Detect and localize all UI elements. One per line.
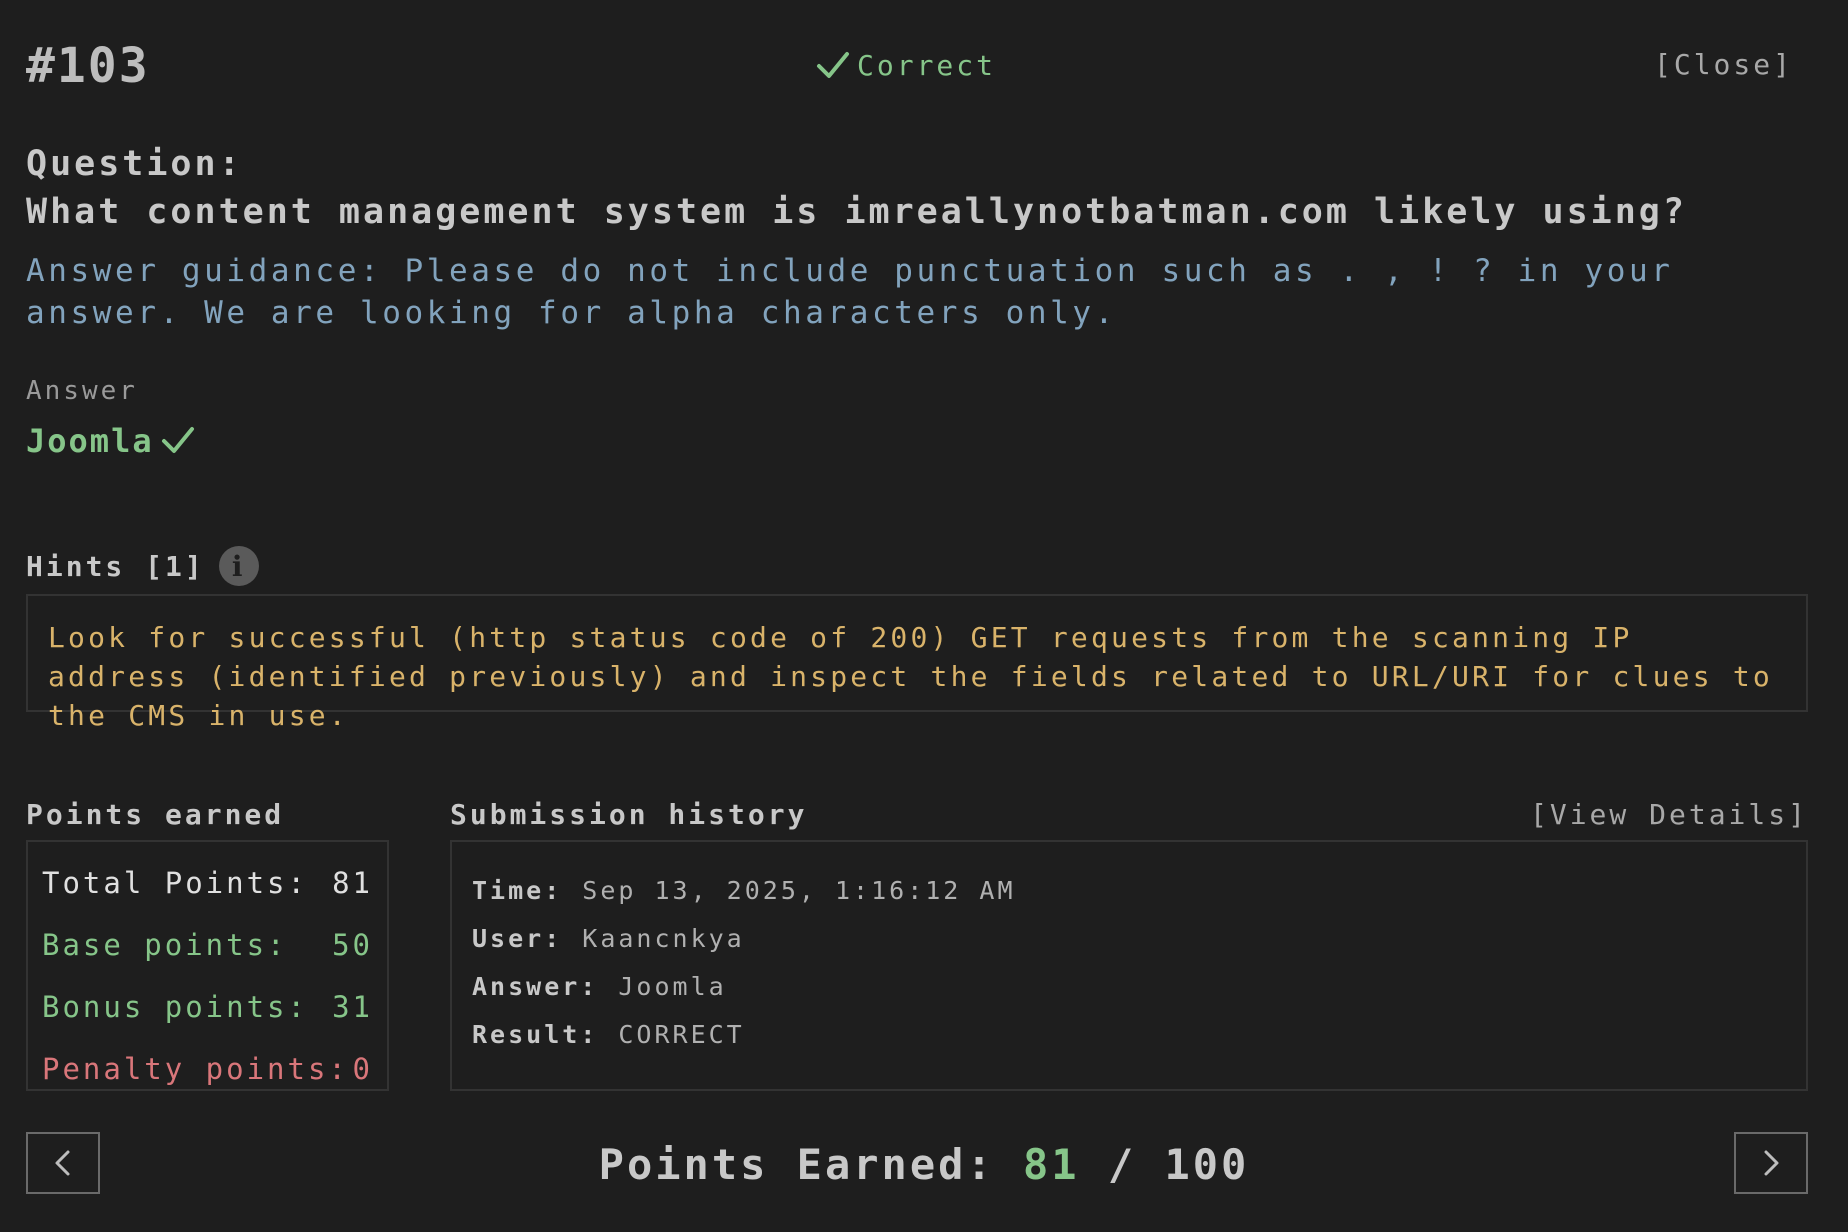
points-value: 81 (332, 866, 373, 900)
answer-text: Joomla (26, 422, 154, 460)
close-button[interactable]: [Close] (1654, 48, 1793, 81)
points-row-total: Total Points: 81 (42, 852, 373, 914)
points-label: Penalty points: (42, 1052, 349, 1086)
hints-label: Hints [1] (26, 549, 205, 583)
footer-separator: / (1107, 1140, 1137, 1189)
submission-row-answer: Answer: Joomla (472, 962, 1786, 1010)
points-label: Base points: (42, 928, 288, 962)
hint-box: Look for successful (http status code of… (26, 594, 1808, 732)
hints-heading: Hints [1] i (26, 546, 259, 586)
check-icon (817, 52, 849, 78)
question-id: #103 (26, 38, 150, 94)
chevron-left-icon (55, 1150, 70, 1176)
submission-key: Answer: (472, 971, 599, 1001)
submission-panel: Time: Sep 13, 2025, 1:16:12 AM User: Kaa… (450, 840, 1808, 1091)
footer-score: Points Earned: 81 / 100 (0, 1140, 1848, 1189)
submission-key: Result: (472, 1019, 599, 1049)
check-icon (161, 427, 194, 453)
submission-heading: Submission history (450, 798, 808, 831)
footer-earned: 81 (1022, 1140, 1080, 1189)
points-heading: Points earned (26, 798, 285, 831)
question-text: What content management system is imreal… (26, 192, 1687, 232)
submission-value: Kaancnkya (582, 923, 745, 953)
points-value: 0 (352, 1052, 373, 1086)
points-label: Bonus points: (42, 990, 308, 1024)
answer-guidance: Answer guidance: Please do not include p… (26, 253, 1674, 331)
submission-value: CORRECT (618, 1019, 745, 1049)
info-icon[interactable]: i (218, 546, 259, 586)
submission-key: Time: (472, 875, 563, 905)
next-button[interactable] (1734, 1132, 1808, 1194)
points-value: 31 (332, 990, 373, 1024)
status-indicator: Correct (815, 48, 996, 82)
submission-row-time: Time: Sep 13, 2025, 1:16:12 AM (472, 866, 1786, 914)
submission-row-user: User: Kaancnkya (472, 914, 1786, 962)
footer-total: 100 (1164, 1140, 1250, 1189)
footer-label: Points Earned: (598, 1140, 995, 1189)
chevron-right-icon (1764, 1150, 1779, 1176)
points-panel: Total Points: 81 Base points: 50 Bonus p… (26, 840, 389, 1091)
answer-value: Joomla (26, 422, 196, 460)
submission-value: Sep 13, 2025, 1:16:12 AM (582, 875, 1016, 905)
status-label: Correct (857, 48, 997, 82)
hint-text: Look for successful (http status code of… (48, 621, 1773, 732)
view-details-button[interactable]: [View Details] (1530, 798, 1808, 831)
points-row-bonus: Bonus points: 31 (42, 976, 373, 1038)
points-row-base: Base points: 50 (42, 914, 373, 976)
question-heading: Question: (26, 144, 243, 184)
submission-key: User: (472, 923, 563, 953)
previous-button[interactable] (26, 1132, 100, 1194)
submission-row-result: Result: CORRECT (472, 1010, 1786, 1058)
points-label: Total Points: (42, 866, 308, 900)
points-value: 50 (332, 928, 373, 962)
points-row-penalty: Penalty points: 0 (42, 1038, 373, 1100)
answer-label: Answer (26, 376, 138, 406)
submission-value: Joomla (618, 971, 727, 1001)
